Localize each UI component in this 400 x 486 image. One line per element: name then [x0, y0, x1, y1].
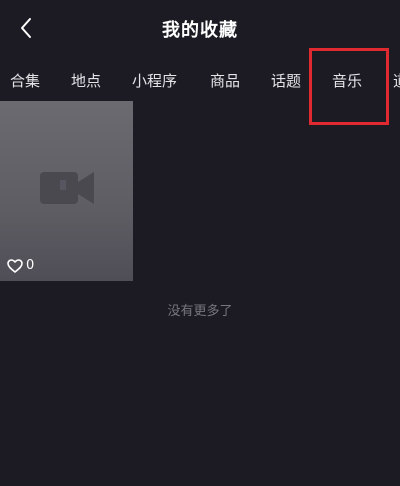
tab-mini-programs[interactable]: 小程序	[132, 70, 177, 91]
tab-products[interactable]: 商品	[210, 70, 240, 91]
category-tabs: 合集 地点 小程序 商品 话题 音乐 道	[0, 60, 400, 100]
no-more-text: 没有更多了	[167, 304, 233, 319]
page-title: 我的收藏	[162, 20, 238, 41]
like-count: 0	[7, 258, 34, 273]
video-camera-icon	[40, 172, 94, 204]
tab-topics[interactable]: 话题	[271, 70, 301, 91]
tab-props-partial[interactable]: 道	[393, 70, 400, 91]
header: 我的收藏	[0, 0, 400, 56]
favorite-video-card[interactable]: 0	[0, 101, 133, 281]
favorites-screen: 我的收藏 合集 地点 小程序 商品 话题 音乐 道 0 没有更多了	[0, 0, 400, 486]
tab-places[interactable]: 地点	[71, 70, 101, 91]
tab-collections[interactable]: 合集	[10, 70, 40, 91]
tab-music[interactable]: 音乐	[332, 70, 362, 91]
heart-icon	[7, 258, 23, 273]
like-count-value: 0	[26, 258, 35, 273]
